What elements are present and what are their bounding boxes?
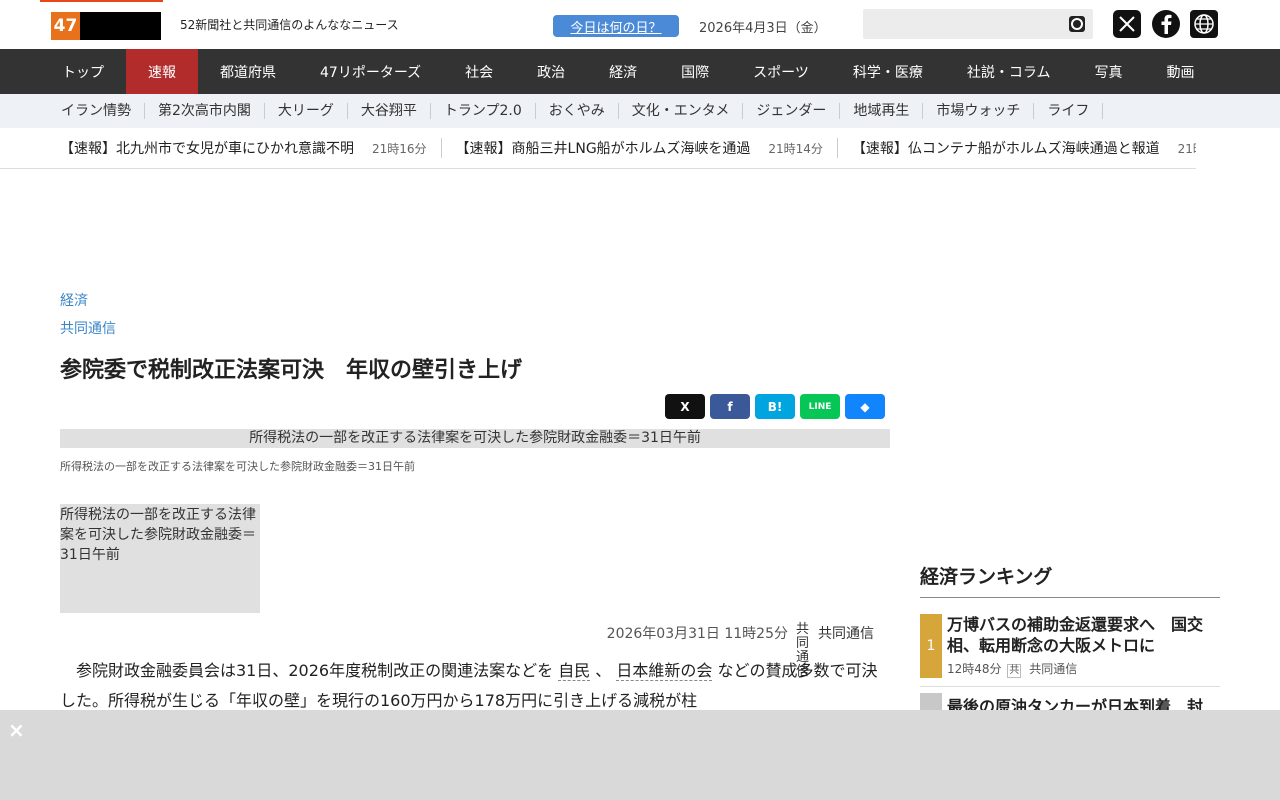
ranking-source: 共同通信: [1029, 662, 1078, 676]
ranking-item[interactable]: 1 万博バスの補助金返還要求へ 国交相、転用断念の大阪メトロに 12時48分 共…: [920, 614, 1220, 678]
nav-photos[interactable]: 写真: [1072, 49, 1144, 94]
keyword-link[interactable]: 日本維新の会: [616, 661, 713, 681]
nav-breaking[interactable]: 速報: [126, 49, 198, 94]
site-logo[interactable]: 47: [51, 12, 161, 40]
ranking-meta: 12時48分 共 共同通信: [947, 660, 1220, 678]
body-text: 参院財政金融委員会は31日、2026年度税制改正の関連法案などを: [60, 661, 554, 680]
logo-wordmark: [80, 12, 161, 40]
economy-ranking: 経済ランキング 1 万博バスの補助金返還要求へ 国交相、転用断念の大阪メトロに …: [920, 562, 1220, 717]
share-bluesky-button[interactable]: ◆: [845, 394, 885, 419]
topic-link[interactable]: ライフ: [1034, 103, 1104, 119]
today-in-history-button[interactable]: 今日は何の日？: [553, 15, 679, 37]
facebook-icon[interactable]: [1152, 10, 1180, 38]
header-accent-line: [40, 0, 163, 2]
globe-icon[interactable]: [1190, 10, 1218, 38]
share-facebook-button[interactable]: f: [710, 394, 750, 419]
main-navigation: トップ 速報 都道府県 47リポーターズ 社会 政治 経済 国際 スポーツ 科学…: [0, 49, 1280, 94]
nav-science[interactable]: 科学・医療: [831, 49, 945, 94]
ranking-heading: 経済ランキング: [920, 562, 1220, 598]
nav-international[interactable]: 国際: [659, 49, 731, 94]
ticker-headline[interactable]: 【速報】北九州市で女児が車にひかれ意識不明: [60, 138, 354, 158]
nav-47reporters[interactable]: 47リポーターズ: [298, 49, 443, 94]
site-tagline: 52新聞社と共同通信のよんななニュース: [180, 18, 399, 32]
topic-link[interactable]: 文化・エンタメ: [619, 103, 744, 119]
article-thumbnail-image[interactable]: 所得税法の一部を改正する法律案を可決した参院財政金融委＝31日午前: [60, 504, 260, 613]
nav-editorial[interactable]: 社説・コラム: [945, 49, 1073, 94]
article: 経済 共同通信 参院委で税制改正法案可決 年収の壁引き上げ X f B! LIN…: [60, 290, 890, 710]
ticker-headline[interactable]: 【速報】仏コンテナ船がホルムズ海峡通過と報道: [852, 138, 1160, 158]
nav-prefectures[interactable]: 都道府県: [198, 49, 298, 94]
ticker-time: 21時16分: [372, 142, 427, 156]
topic-link[interactable]: イラン情勢: [48, 103, 145, 119]
article-title: 参院委で税制改正法案可決 年収の壁引き上げ: [60, 358, 523, 383]
kyodo-logo-icon: 共: [1007, 664, 1022, 678]
nav-society[interactable]: 社会: [443, 49, 515, 94]
topic-link[interactable]: 第2次高市内閣: [145, 103, 265, 119]
ranking-headline[interactable]: 万博バスの補助金返還要求へ 国交相、転用断念の大阪メトロに: [947, 614, 1220, 656]
share-hatena-button[interactable]: B!: [755, 394, 795, 419]
body-text: 、: [595, 661, 612, 680]
nav-politics[interactable]: 政治: [515, 49, 587, 94]
search-input[interactable]: [863, 9, 1093, 39]
share-x-button[interactable]: X: [665, 394, 705, 419]
topic-link[interactable]: 大リーグ: [265, 103, 348, 119]
ticker-item[interactable]: 【速報】商船三井LNG船がホルムズ海峡を通過 21時14分: [456, 138, 838, 158]
nav-videos[interactable]: 動画: [1144, 49, 1216, 94]
close-icon[interactable]: ×: [8, 718, 25, 742]
topic-link[interactable]: トランプ2.0: [431, 103, 536, 119]
ticker-item[interactable]: 【速報】北九州市で女児が車にひかれ意識不明 21時16分: [60, 138, 442, 158]
ranking-time: 12時48分: [947, 662, 1002, 676]
rank-number: 1: [920, 614, 942, 678]
share-buttons: X f B! LINE ◆: [665, 394, 885, 419]
image-caption: 所得税法の一部を改正する法律案を可決した参院財政金融委＝31日午前: [60, 460, 415, 473]
article-category-link[interactable]: 経済: [60, 290, 890, 310]
search-icon[interactable]: [1069, 16, 1085, 32]
topic-link[interactable]: 地域再生: [840, 103, 924, 119]
ticker-item[interactable]: 【速報】仏コンテナ船がホルムズ海峡通過と報道 21時0: [852, 138, 1196, 158]
x-social-icon[interactable]: [1113, 10, 1141, 38]
ticker-time: 21時14分: [768, 142, 823, 156]
ticker-time: 21時0: [1177, 142, 1196, 156]
current-date: 2026年4月3日（金）: [699, 21, 827, 36]
share-line-button[interactable]: LINE: [800, 394, 840, 419]
topic-link[interactable]: ジェンダー: [743, 103, 841, 119]
topic-link[interactable]: 市場ウォッチ: [923, 103, 1035, 119]
logo-number: 47: [51, 12, 80, 40]
topic-link[interactable]: おくやみ: [536, 103, 619, 119]
topic-navigation: イラン情勢 第2次高市内閣 大リーグ 大谷翔平 トランプ2.0 おくやみ 文化・…: [0, 94, 1280, 128]
article-source-link[interactable]: 共同通信: [60, 318, 890, 338]
header: 47 52新聞社と共同通信のよんななニュース 今日は何の日？ 2026年4月3日…: [0, 0, 1280, 49]
nav-economy[interactable]: 経済: [587, 49, 659, 94]
topic-link[interactable]: 大谷翔平: [348, 103, 431, 119]
bottom-ad-overlay: ×: [0, 710, 1280, 800]
article-main-image[interactable]: 所得税法の一部を改正する法律案を可決した参院財政金融委＝31日午前: [60, 429, 890, 448]
nav-top[interactable]: トップ: [40, 49, 126, 94]
breaking-news-ticker: 【速報】北九州市で女児が車にひかれ意識不明 21時16分 【速報】商船三井LNG…: [0, 128, 1196, 169]
ticker-headline[interactable]: 【速報】商船三井LNG船がホルムズ海峡を通過: [456, 138, 751, 158]
keyword-link[interactable]: 自民: [558, 661, 591, 681]
article-body: 参院財政金融委員会は31日、2026年度税制改正の関連法案などを 自民 、 日本…: [60, 656, 890, 716]
nav-sports[interactable]: スポーツ: [731, 49, 831, 94]
